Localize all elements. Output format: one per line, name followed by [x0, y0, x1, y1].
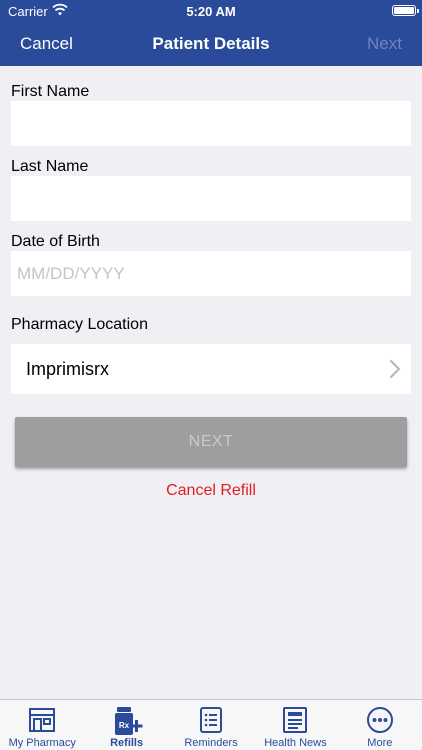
dob-label: Date of Birth: [11, 233, 100, 250]
navigation-bar: Cancel Patient Details Next: [0, 22, 422, 66]
svg-text:Rx: Rx: [118, 721, 129, 730]
page-title: Patient Details: [152, 34, 270, 53]
tab-more[interactable]: More: [338, 700, 422, 750]
first-name-field[interactable]: [11, 101, 411, 146]
pharmacy-location-selector[interactable]: Imprimisrx: [11, 344, 411, 394]
pharmacy-location-label: Pharmacy Location: [11, 316, 148, 333]
first-name-label: First Name: [11, 83, 90, 100]
tab-label: More: [367, 737, 393, 749]
tab-my-pharmacy[interactable]: My Pharmacy: [0, 700, 84, 750]
tab-label: Refills: [110, 737, 144, 749]
newspaper-icon: [283, 707, 308, 733]
cancel-refill-link[interactable]: Cancel Refill: [0, 482, 422, 500]
rx-bottle-icon: Rx: [114, 707, 143, 735]
next-nav-button[interactable]: Next: [367, 34, 402, 54]
more-dots-icon: [366, 707, 393, 733]
tab-label: Health News: [264, 737, 327, 749]
pharmacy-location-value: Imprimisrx: [26, 359, 109, 379]
tab-label: My Pharmacy: [8, 737, 76, 749]
tab-health-news[interactable]: Health News: [253, 700, 337, 750]
tab-bar: My Pharmacy Rx Refills Reminders Health …: [0, 699, 422, 750]
last-name-field[interactable]: [11, 176, 411, 221]
status-bar: Carrier 5:20 AM: [0, 0, 422, 22]
tab-label: Reminders: [184, 737, 238, 749]
checklist-icon: [200, 707, 223, 733]
battery-icon: [392, 5, 419, 16]
chevron-right-icon: [389, 359, 401, 379]
last-name-label: Last Name: [11, 158, 89, 175]
store-icon: [29, 708, 56, 732]
tab-reminders[interactable]: Reminders: [169, 700, 253, 750]
dob-field[interactable]: [11, 251, 411, 296]
clock: 5:20 AM: [186, 4, 236, 19]
next-button[interactable]: NEXT: [15, 417, 407, 467]
tab-refills[interactable]: Rx Refills: [84, 700, 168, 750]
